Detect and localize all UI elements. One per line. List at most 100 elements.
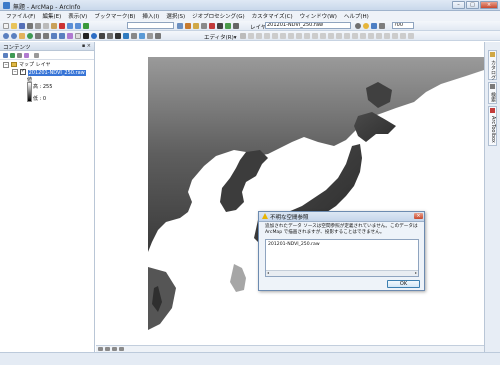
swipe-icon[interactable] <box>371 23 377 29</box>
create-features-icon[interactable] <box>344 33 350 39</box>
menu-file[interactable]: ファイル(F) <box>6 12 35 20</box>
redo-icon[interactable] <box>75 23 81 29</box>
table-of-contents-icon[interactable] <box>185 23 191 29</box>
scroll-right-icon[interactable]: ▸ <box>415 270 417 275</box>
hyperlink-icon[interactable] <box>99 33 105 39</box>
select-features-icon[interactable] <box>67 33 73 39</box>
next-extent-icon[interactable] <box>59 33 65 39</box>
dialog-data-source-list[interactable]: 201201-NDVI_250.raw ◂ ▸ <box>265 239 419 277</box>
time-slider-icon[interactable] <box>147 33 153 39</box>
save-icon[interactable] <box>19 23 25 29</box>
measure-icon[interactable] <box>115 33 121 39</box>
html-popup-icon[interactable] <box>107 33 113 39</box>
edit-vertices-icon[interactable] <box>288 33 294 39</box>
contrast-icon[interactable] <box>355 23 361 29</box>
flicker-icon[interactable] <box>379 23 385 29</box>
editor-menu[interactable]: エディタ(R)▾ <box>204 33 237 41</box>
menu-selection[interactable]: 選択(S) <box>166 12 185 20</box>
find-icon[interactable] <box>123 33 129 39</box>
modelbuilder-icon[interactable] <box>225 23 231 29</box>
edit-misc-icon-7[interactable] <box>400 33 406 39</box>
list-by-visibility-icon[interactable] <box>17 52 22 58</box>
menu-windows[interactable]: ウィンドウ(W) <box>300 12 337 20</box>
collapse-group-icon[interactable]: − <box>3 61 9 68</box>
arctoolbox-tab[interactable]: ArcToolbox <box>488 106 497 146</box>
rotate-icon[interactable] <box>320 33 326 39</box>
identify-icon[interactable] <box>91 33 97 39</box>
scroll-left-icon[interactable]: ◂ <box>267 270 269 275</box>
undo-icon[interactable] <box>67 23 73 29</box>
catalog-icon[interactable] <box>193 23 199 29</box>
zoom-out-icon[interactable] <box>11 33 17 39</box>
clear-selection-icon[interactable] <box>75 33 81 39</box>
layer-select[interactable]: 201201-NDVI_250.raw <box>265 22 351 29</box>
zoom-percent-select[interactable]: ?00 <box>392 22 414 29</box>
menu-customize[interactable]: カスタマイズ(C) <box>252 12 293 20</box>
menu-view[interactable]: 表示(V) <box>68 12 87 20</box>
data-view-icon[interactable] <box>98 347 103 351</box>
print-icon[interactable] <box>27 23 33 29</box>
add-data-icon[interactable] <box>83 23 89 29</box>
zoom-in-icon[interactable] <box>3 33 9 39</box>
previous-extent-icon[interactable] <box>51 33 57 39</box>
menu-insert[interactable]: 挿入(I) <box>142 12 159 20</box>
straight-segment-icon[interactable] <box>256 33 262 39</box>
reshape-icon[interactable] <box>296 33 302 39</box>
end-point-arc-icon[interactable] <box>264 33 270 39</box>
edit-misc-icon-1[interactable] <box>352 33 358 39</box>
list-by-source-icon[interactable] <box>10 52 15 58</box>
dialog-horizontal-scrollbar[interactable]: ◂ ▸ <box>266 270 418 276</box>
layout-view-icon[interactable] <box>105 347 110 351</box>
toc-layer-name[interactable]: 201201-NDVI_250.raw <box>27 69 86 76</box>
toc-group-row[interactable]: − マップ レイヤ <box>3 61 50 68</box>
python-window-icon[interactable] <box>217 23 223 29</box>
edit-misc-icon-2[interactable] <box>360 33 366 39</box>
toc-layer-row[interactable]: − 201201-NDVI_250.raw <box>12 68 86 76</box>
brightness-icon[interactable] <box>363 23 369 29</box>
go-to-xy-icon[interactable] <box>139 33 145 39</box>
edit-tool-icon[interactable] <box>240 33 246 39</box>
menu-edit[interactable]: 編集(E) <box>42 12 61 20</box>
menu-geoprocessing[interactable]: ジオプロセシング(G) <box>192 12 245 20</box>
cut-polygons-icon[interactable] <box>304 33 310 39</box>
delete-icon[interactable] <box>59 23 65 29</box>
find-route-icon[interactable] <box>131 33 137 39</box>
catalog-tab[interactable]: カタログ <box>488 50 497 80</box>
collapse-layer-icon[interactable]: − <box>12 69 18 75</box>
paste-icon[interactable] <box>51 23 57 29</box>
create-viewer-icon[interactable] <box>155 33 161 39</box>
new-document-icon[interactable] <box>3 23 9 29</box>
edit-misc-icon-4[interactable] <box>376 33 382 39</box>
open-folder-icon[interactable] <box>11 23 17 29</box>
fixed-zoom-out-icon[interactable] <box>43 33 49 39</box>
edit-annotation-icon[interactable] <box>248 33 254 39</box>
copy-icon[interactable] <box>43 23 49 29</box>
toc-pin-close-controls[interactable]: ▪ × <box>82 43 91 49</box>
search-tab[interactable]: 検索 <box>488 82 497 104</box>
split-icon[interactable] <box>312 33 318 39</box>
list-by-selection-icon[interactable] <box>24 52 29 58</box>
point-icon[interactable] <box>280 33 286 39</box>
close-window-button[interactable]: × <box>480 1 498 9</box>
menu-bookmarks[interactable]: ブックマーク(B) <box>94 12 135 20</box>
edit-misc-icon-8[interactable] <box>408 33 414 39</box>
maximize-button[interactable]: □ <box>466 1 479 9</box>
minimize-button[interactable]: – <box>452 1 465 9</box>
ok-button[interactable]: OK <box>387 280 420 288</box>
menu-help[interactable]: ヘルプ(H) <box>344 12 369 20</box>
trace-icon[interactable] <box>272 33 278 39</box>
editor-toolbar-icon[interactable] <box>177 23 183 29</box>
map-view[interactable] <box>96 42 484 345</box>
help-icon[interactable] <box>233 23 239 29</box>
toc-options-icon[interactable] <box>34 52 39 58</box>
select-elements-icon[interactable] <box>83 33 89 39</box>
search-window-icon[interactable] <box>201 23 207 29</box>
edit-misc-icon-3[interactable] <box>368 33 374 39</box>
layer-visibility-checkbox[interactable] <box>20 68 26 75</box>
edit-misc-icon-6[interactable] <box>392 33 398 39</box>
pause-drawing-icon[interactable] <box>119 347 124 351</box>
dialog-list-item[interactable]: 201201-NDVI_250.raw <box>268 242 320 247</box>
refresh-icon[interactable] <box>112 347 117 351</box>
map-scale-select[interactable] <box>127 22 174 29</box>
pan-icon[interactable] <box>19 33 25 39</box>
